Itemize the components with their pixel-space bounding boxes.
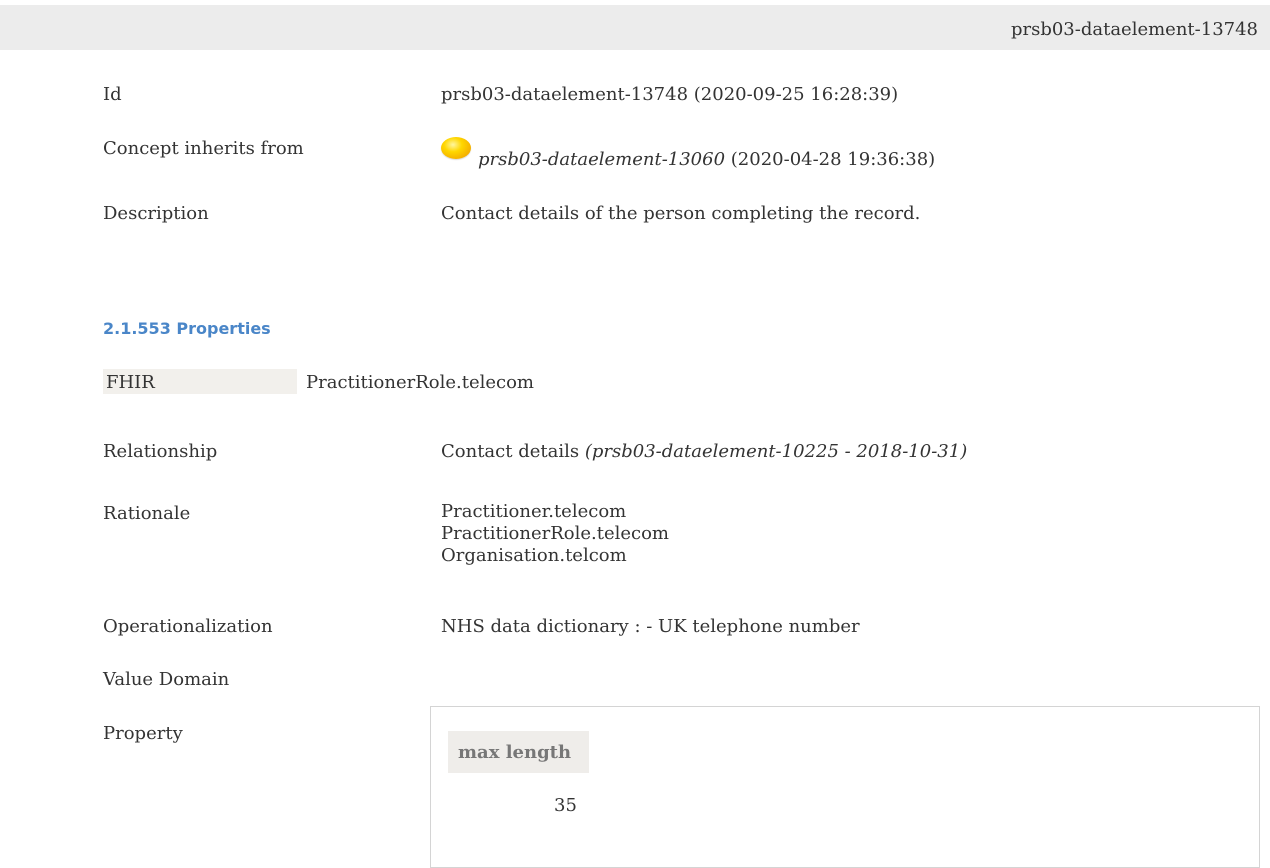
fhir-value: PractitionerRole.telecom: [306, 372, 534, 393]
fhir-label-box: FHIR: [103, 369, 297, 394]
properties-section-title: 2.1.553 Properties: [103, 319, 271, 338]
fhir-label: FHIR: [106, 372, 155, 393]
rationale-value: Practitioner.telecom PractitionerRole.te…: [441, 501, 669, 567]
rationale-line: Organisation.telcom: [441, 545, 627, 566]
rationale-line: Practitioner.telecom: [441, 501, 627, 522]
inherits-label: Concept inherits from: [103, 138, 304, 159]
operationalization-label: Operationalization: [103, 616, 273, 637]
inherits-date: (2020-04-28 19:36:38): [730, 149, 936, 170]
relationship-ref[interactable]: (prsb03-dataelement-10225 - 2018-10-31): [585, 441, 967, 462]
property-table: max length 35: [430, 706, 1260, 868]
value-domain-label: Value Domain: [103, 669, 230, 690]
description-value: Contact details of the person completing…: [441, 203, 921, 224]
id-label: Id: [103, 84, 122, 105]
description-label: Description: [103, 203, 209, 224]
property-label: Property: [103, 723, 183, 744]
inherits-value: prsb03-dataelement-13060 (2020-04-28 19:…: [478, 149, 935, 170]
relationship-value: Contact details (prsb03-dataelement-1022…: [441, 441, 967, 462]
property-max-length-value: 35: [554, 795, 577, 816]
relationship-name: Contact details: [441, 441, 580, 462]
operationalization-value: NHS data dictionary : - UK telephone num…: [441, 616, 860, 637]
id-value: prsb03-dataelement-13748 (2020-09-25 16:…: [441, 84, 899, 105]
status-ball-icon: [441, 137, 471, 159]
relationship-label: Relationship: [103, 441, 218, 462]
property-table-header: max length: [448, 731, 589, 773]
property-header-max-length: max length: [458, 742, 572, 763]
header-element-id: prsb03-dataelement-13748: [1010, 19, 1258, 40]
header-bar: prsb03-dataelement-13748: [0, 5, 1270, 50]
rationale-label: Rationale: [103, 503, 191, 524]
rationale-line: PractitionerRole.telecom: [441, 523, 669, 544]
inherits-ref-link[interactable]: prsb03-dataelement-13060: [478, 149, 725, 170]
